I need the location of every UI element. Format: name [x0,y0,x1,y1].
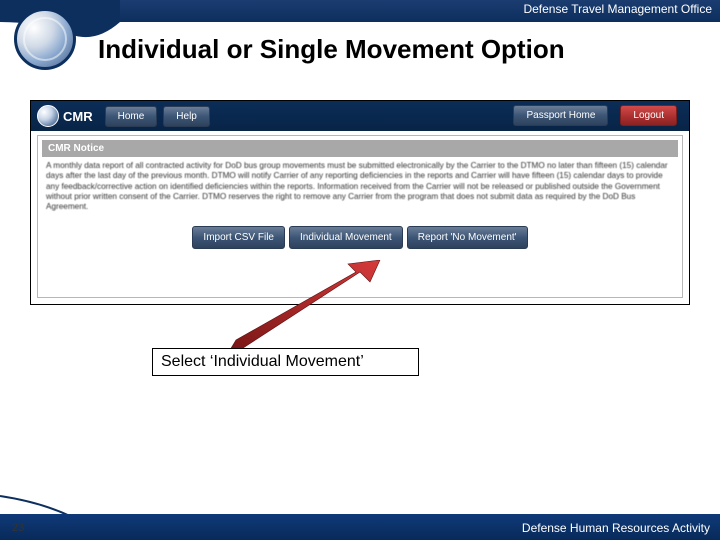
instruction-text: Select ‘Individual Movement’ [161,353,364,370]
cmr-screenshot: CMR Home Help Passport Home Logout CMR N… [30,100,690,305]
app-bar-right: Passport Home Logout [513,105,683,126]
import-csv-button[interactable]: Import CSV File [192,226,285,249]
cmr-notice-body: A monthly data report of all contracted … [42,157,678,220]
cmr-notice-heading: CMR Notice [42,140,678,157]
office-label: Defense Travel Management Office [523,2,712,16]
action-button-row: Import CSV File Individual Movement Repo… [42,226,678,249]
logout-button[interactable]: Logout [620,105,677,126]
individual-movement-button[interactable]: Individual Movement [289,226,403,249]
dod-seal-small-icon [37,105,59,127]
instruction-callout: Select ‘Individual Movement’ [152,348,419,376]
passport-home-button[interactable]: Passport Home [513,105,608,126]
page-title: Individual or Single Movement Option [98,34,708,65]
cmr-app-bar: CMR Home Help Passport Home Logout [31,101,689,131]
dod-seal-icon [14,8,76,70]
report-no-movement-button[interactable]: Report 'No Movement' [407,226,528,249]
home-button[interactable]: Home [105,106,158,127]
slide-number: 23 [12,522,24,534]
title-area: Individual or Single Movement Option [98,34,708,65]
cmr-content-panel: CMR Notice A monthly data report of all … [37,135,683,298]
footer-org-label: Defense Human Resources Activity [522,521,710,535]
cmr-brand-label: CMR [63,109,93,124]
help-button[interactable]: Help [163,106,210,127]
